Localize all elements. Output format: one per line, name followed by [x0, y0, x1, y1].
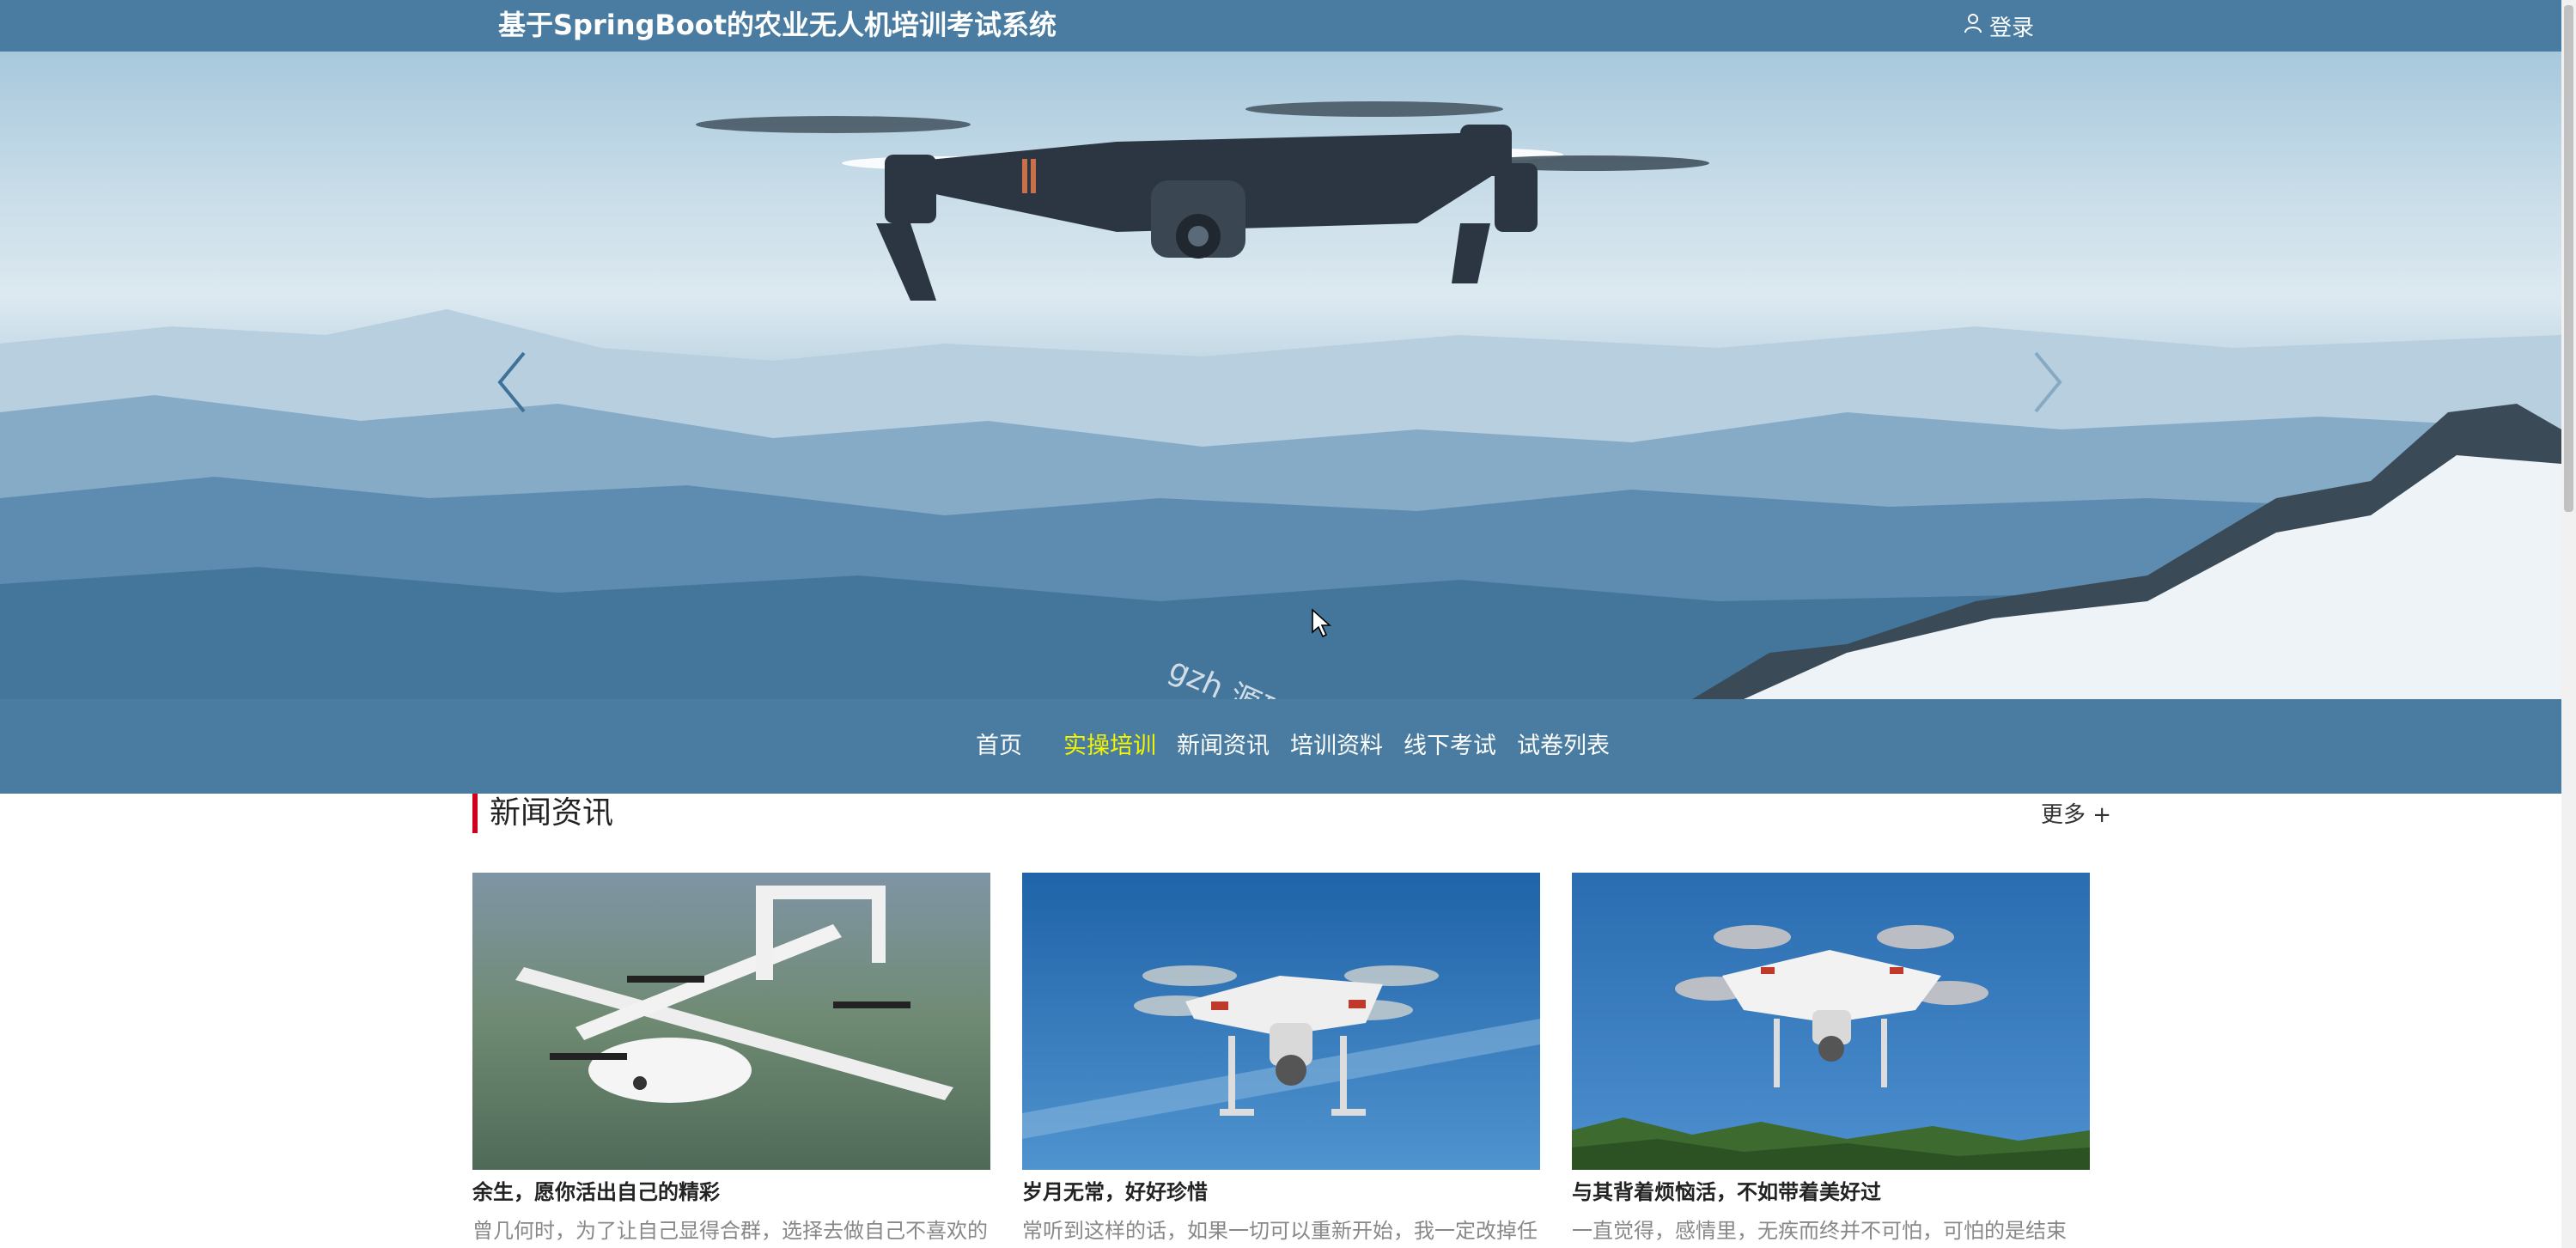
- login-label: 登录: [1989, 15, 2035, 41]
- news-section-header: 新闻资讯 更多 +: [472, 794, 2111, 833]
- news-card-title: 余生，愿你活出自己的精彩: [472, 1180, 720, 1204]
- nav-item-offline-exam[interactable]: 线下考试: [1404, 727, 1496, 766]
- nav-item-practical-training[interactable]: 实操培训: [1063, 727, 1156, 766]
- carousel-next-button[interactable]: [2019, 339, 2070, 425]
- news-card-image: [1022, 873, 1540, 1170]
- news-card-image: [1572, 873, 2090, 1170]
- mouse-cursor-icon: [1312, 608, 1331, 638]
- hero-carousel[interactable]: gzh 源码好优多: [0, 52, 2561, 699]
- nav-item-exam-list[interactable]: 试卷列表: [1517, 727, 1610, 766]
- login-link[interactable]: 登录: [1964, 9, 2034, 43]
- news-card-excerpt: 常听到这样的话，如果一切可以重新开始，我一定改掉任: [1022, 1219, 1538, 1243]
- nav-item-news[interactable]: 新闻资讯: [1177, 727, 1270, 766]
- page: 基于SpringBoot的农业无人机培训考试系统 登录 首页 实操培训 新闻资讯…: [0, 0, 2576, 1248]
- hero-drone-image: [0, 101, 2561, 699]
- nav-item-training-materials[interactable]: 培训资料: [1290, 727, 1383, 766]
- news-card-title: 岁月无常，好好珍惜: [1022, 1180, 1208, 1204]
- chevron-right-icon: [2034, 351, 2062, 413]
- carousel-prev-button[interactable]: [490, 339, 541, 425]
- nav-item-home[interactable]: 首页: [976, 727, 1022, 766]
- nav-list: 首页 实操培训 新闻资讯 培训资料 线下考试 试卷列表: [0, 699, 2561, 794]
- news-card[interactable]: 与其背着烦恼活，不如带着美好过 一直觉得，感情里，无疾而终并不可怕，可怕的是结束: [1572, 873, 2090, 1248]
- news-card-excerpt: 曾几何时，为了让自己显得合群，选择去做自己不喜欢的: [472, 1219, 988, 1243]
- section-accent-bar: [472, 794, 478, 833]
- news-section-title: 新闻资讯: [490, 795, 614, 831]
- main-nav: 首页 实操培训 新闻资讯 培训资料 线下考试 试卷列表: [0, 699, 2561, 794]
- scrollbar-thumb[interactable]: [2564, 5, 2573, 512]
- news-card-excerpt: 一直觉得，感情里，无疾而终并不可怕，可怕的是结束: [1572, 1219, 2067, 1243]
- top-header: 基于SpringBoot的农业无人机培训考试系统 登录: [0, 0, 2561, 52]
- news-card-title: 与其背着烦恼活，不如带着美好过: [1572, 1180, 1881, 1204]
- chevron-left-icon: [497, 351, 526, 413]
- news-more-link[interactable]: 更多 +: [2041, 801, 2111, 830]
- news-card[interactable]: 余生，愿你活出自己的精彩 曾几何时，为了让自己显得合群，选择去做自己不喜欢的: [472, 873, 990, 1248]
- user-icon: [1964, 13, 1982, 40]
- news-card-image: [472, 873, 990, 1170]
- site-title[interactable]: 基于SpringBoot的农业无人机培训考试系统: [498, 8, 1057, 42]
- news-card[interactable]: 岁月无常，好好珍惜 常听到这样的话，如果一切可以重新开始，我一定改掉任: [1022, 873, 1540, 1248]
